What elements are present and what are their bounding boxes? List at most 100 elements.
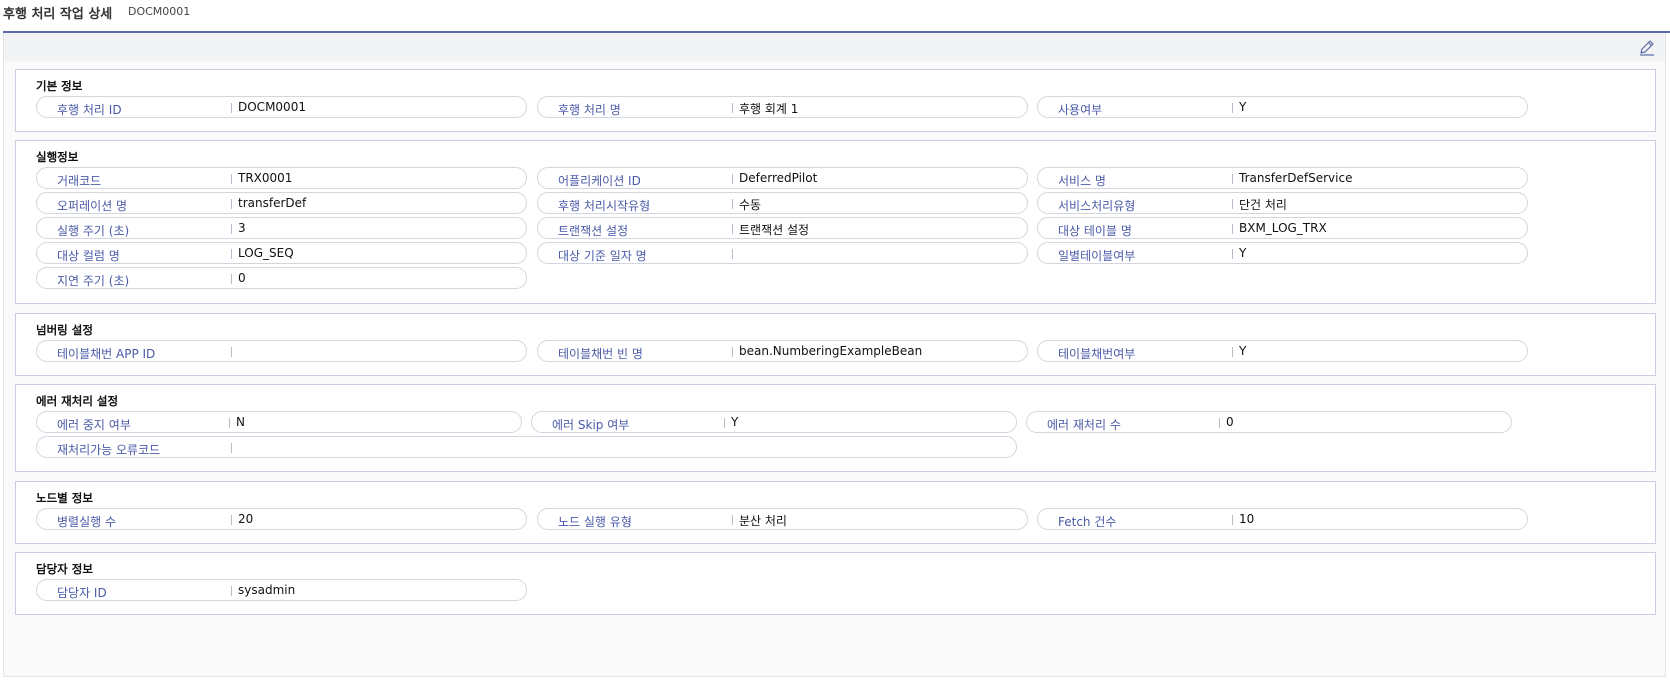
field-value: 0 — [1226, 415, 1234, 429]
field-node-exec-type: 노드 실행 유형 분산 처리 — [537, 508, 1028, 530]
field-separator — [1232, 224, 1233, 234]
toolbar — [4, 33, 1665, 61]
field-separator — [732, 249, 733, 259]
field-value: 후행 회계 1 — [739, 102, 799, 116]
field-value: 10 — [1239, 512, 1255, 526]
field-value: bean.NumberingExampleBean — [739, 344, 923, 358]
field-label: 담당자 ID — [57, 586, 107, 600]
field-daily-table-yn: 일별테이블여부 Y — [1037, 242, 1528, 264]
field-job-name: 후행 처리 명 후행 회계 1 — [537, 96, 1028, 118]
section-node-info: 노드별 정보 병렬실행 수 20 노드 실행 유형 분산 처리 Fetch 건수… — [15, 481, 1656, 544]
section-manager-info: 담당자 정보 담당자 ID sysadmin — [15, 552, 1656, 615]
field-manager-id: 담당자 ID sysadmin — [36, 579, 527, 601]
field-use-yn: 사용여부 Y — [1037, 96, 1528, 118]
field-label: 테이블채번 APP ID — [57, 347, 156, 361]
field-value: DeferredPilot — [739, 171, 818, 185]
field-fetch-count: Fetch 건수 10 — [1037, 508, 1528, 530]
field-service-name: 서비스 명 TransferDefService — [1037, 167, 1528, 189]
field-separator — [231, 443, 232, 453]
field-start-type: 후행 처리시작유형 수동 — [537, 192, 1028, 214]
page-title: 후행 처리 작업 상세 — [3, 7, 113, 22]
edit-button[interactable] — [1637, 37, 1657, 57]
field-value: Y — [731, 415, 739, 429]
field-numbering-yn: 테이블채번여부 Y — [1037, 340, 1528, 362]
field-value: transferDef — [238, 196, 307, 210]
field-label: 실행 주기 (초) — [57, 224, 130, 238]
field-separator — [1232, 174, 1233, 184]
section-execution-info: 실행정보 거래코드 TRX0001 어플리케이션 ID DeferredPilo… — [15, 140, 1656, 304]
field-separator — [229, 418, 230, 428]
field-label: Fetch 건수 — [1058, 515, 1117, 529]
field-label: 대상 기준 일자 명 — [558, 249, 647, 263]
field-label: 일별테이블여부 — [1058, 249, 1136, 263]
field-label: 대상 컬럼 명 — [57, 249, 120, 263]
field-value: 0 — [238, 271, 246, 285]
section-title: 실행정보 — [36, 150, 79, 164]
field-application-id: 어플리케이션 ID DeferredPilot — [537, 167, 1028, 189]
field-separator — [231, 103, 232, 113]
field-label: 후행 처리 ID — [57, 103, 122, 117]
field-separator — [231, 224, 232, 234]
field-error-skip-yn: 에러 Skip 여부 Y — [531, 411, 1017, 433]
field-label: 어플리케이션 ID — [558, 174, 641, 188]
field-separator — [732, 199, 733, 209]
detail-panel: 기본 정보 후행 처리 ID DOCM0001 후행 처리 명 후행 회계 1 … — [3, 33, 1666, 677]
field-separator — [1232, 515, 1233, 525]
pencil-icon — [1640, 40, 1654, 56]
field-label: 에러 Skip 여부 — [552, 418, 630, 432]
field-separator — [724, 418, 725, 428]
field-value: 수동 — [739, 198, 762, 212]
title-bar: 후행 처리 작업 상세 DOCM0001 — [0, 0, 1670, 30]
field-label: 노드 실행 유형 — [558, 515, 632, 529]
field-value: Y — [1239, 100, 1247, 114]
field-value: 단건 처리 — [1239, 198, 1287, 212]
field-separator — [231, 515, 232, 525]
field-separator — [231, 347, 232, 357]
field-separator — [732, 515, 733, 525]
field-value: 트랜잭션 설정 — [739, 223, 810, 237]
field-value: sysadmin — [238, 583, 296, 597]
field-label: 사용여부 — [1058, 103, 1103, 117]
field-retryable-error-codes: 재처리가능 오류코드 — [36, 436, 1017, 458]
field-value: 3 — [238, 221, 246, 235]
field-value: LOG_SEQ — [238, 246, 294, 260]
field-delay-interval: 지연 주기 (초) 0 — [36, 267, 527, 289]
field-label: 거래코드 — [57, 174, 102, 188]
field-label: 대상 테이블 명 — [1058, 224, 1132, 238]
field-separator — [732, 174, 733, 184]
field-numbering-app-id: 테이블채번 APP ID — [36, 340, 527, 362]
field-transaction-setting: 트랜잭션 설정 트랜잭션 설정 — [537, 217, 1028, 239]
field-separator — [231, 274, 232, 284]
field-value: N — [236, 415, 245, 429]
field-parallel-count: 병렬실행 수 20 — [36, 508, 527, 530]
field-label: 에러 재처리 수 — [1047, 418, 1121, 432]
section-title: 노드별 정보 — [36, 491, 93, 505]
field-label: 오퍼레이션 명 — [57, 199, 128, 213]
field-label: 서비스처리유형 — [1058, 199, 1136, 213]
field-separator — [231, 199, 232, 209]
field-label: 서비스 명 — [1058, 174, 1106, 188]
field-separator — [231, 174, 232, 184]
field-value: DOCM0001 — [238, 100, 306, 114]
section-title: 넘버링 설정 — [36, 323, 93, 337]
field-separator — [1232, 103, 1233, 113]
field-separator — [1219, 418, 1220, 428]
field-job-id: 후행 처리 ID DOCM0001 — [36, 96, 527, 118]
field-value: Y — [1239, 246, 1247, 260]
field-separator — [231, 249, 232, 259]
section-title: 담당자 정보 — [36, 562, 93, 576]
job-code: DOCM0001 — [128, 5, 191, 18]
section-title: 기본 정보 — [36, 79, 83, 93]
field-error-retry-count: 에러 재처리 수 0 — [1026, 411, 1512, 433]
field-label: 후행 처리시작유형 — [558, 199, 651, 213]
field-operation-name: 오퍼레이션 명 transferDef — [36, 192, 527, 214]
field-numbering-bean: 테이블채번 빈 명 bean.NumberingExampleBean — [537, 340, 1028, 362]
section-basic-info: 기본 정보 후행 처리 ID DOCM0001 후행 처리 명 후행 회계 1 … — [15, 69, 1656, 132]
field-error-stop-yn: 에러 중지 여부 N — [36, 411, 522, 433]
field-label: 트랜잭션 설정 — [558, 224, 629, 238]
field-target-date-name: 대상 기준 일자 명 — [537, 242, 1028, 264]
field-value: BXM_LOG_TRX — [1239, 221, 1327, 235]
field-execution-interval: 실행 주기 (초) 3 — [36, 217, 527, 239]
field-target-column: 대상 컬럼 명 LOG_SEQ — [36, 242, 527, 264]
field-value: 분산 처리 — [739, 514, 787, 528]
